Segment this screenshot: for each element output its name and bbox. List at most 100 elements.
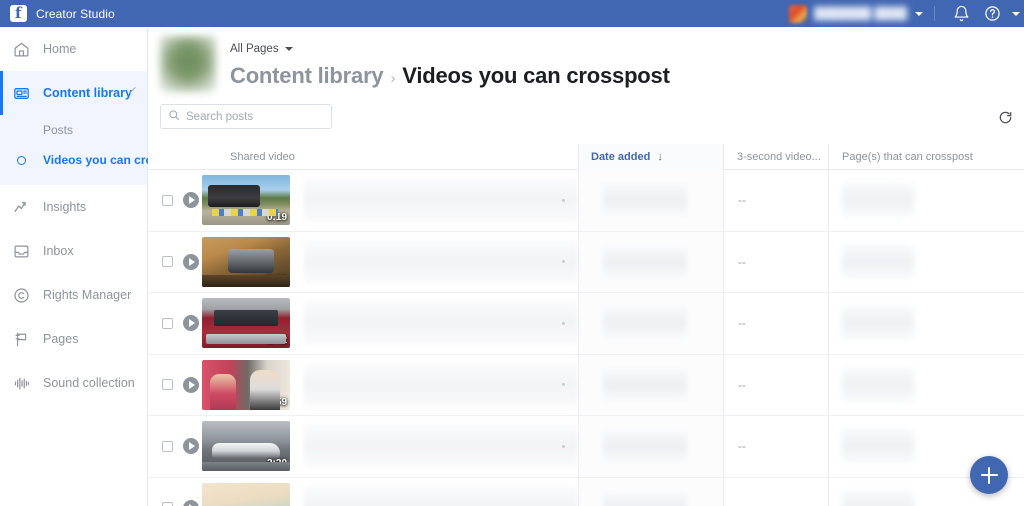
chevron-down-icon[interactable]	[915, 11, 923, 16]
row-select-cell	[148, 170, 199, 231]
date-added-value	[603, 308, 687, 339]
video-duration: 1:42	[266, 335, 287, 347]
video-thumbnail[interactable]: 0:19	[202, 175, 290, 226]
chevron-down-icon[interactable]	[1012, 11, 1020, 16]
table-header-date-added[interactable]: Date added ↓	[578, 143, 723, 170]
table-header-shared-video[interactable]: Shared video	[198, 151, 578, 163]
more-options-icon[interactable]	[562, 321, 565, 325]
sidebar-subitem-videos-you-can-crosspost[interactable]: Videos you can crosspost	[0, 145, 192, 175]
table-body: 0:19 -- 2:08 -- 1:42 -- 4:59 -- 2:20 -- --	[148, 170, 1024, 506]
brand-title: Creator Studio	[36, 6, 115, 21]
table-row[interactable]: 2:20 --	[148, 416, 1024, 478]
search-box[interactable]	[160, 104, 332, 129]
sidebar-item-home[interactable]: Home	[0, 27, 147, 71]
sidebar-item-pages[interactable]: Pages	[0, 317, 147, 361]
row-video-cell: 1:42	[198, 293, 578, 354]
sidebar-item-label: Sound collection	[43, 376, 135, 390]
sidebar-item-rights-manager[interactable]: Rights Manager	[0, 273, 147, 317]
date-added-value	[603, 185, 687, 216]
three-second-views-value: --	[738, 501, 746, 506]
video-thumbnail[interactable]: 2:20	[202, 421, 290, 472]
page-header-text: All Pages Content library › Videos you c…	[230, 36, 670, 92]
play-icon[interactable]	[183, 376, 199, 393]
row-date-cell	[578, 293, 723, 354]
row-pages-cell	[828, 170, 1024, 231]
more-options-icon[interactable]	[562, 444, 565, 448]
row-video-cell	[198, 478, 578, 506]
row-checkbox[interactable]	[162, 502, 173, 506]
table-row[interactable]: 2:08 --	[148, 231, 1024, 293]
crosspost-pages-value	[842, 367, 914, 402]
user-name: ███████ ████	[814, 7, 907, 20]
breadcrumb-parent[interactable]: Content library	[230, 63, 384, 89]
copyright-icon	[12, 286, 30, 304]
video-title	[304, 424, 578, 469]
video-duration: 4:59	[266, 396, 287, 408]
row-video-cell: 2:20	[198, 416, 578, 477]
play-icon[interactable]	[183, 438, 199, 455]
flag-icon	[12, 330, 30, 348]
create-button[interactable]	[970, 456, 1008, 494]
crosspost-pages-value	[842, 183, 914, 218]
page-selector[interactable]: All Pages	[230, 43, 293, 55]
question-circle-icon[interactable]	[984, 5, 1001, 22]
row-checkbox[interactable]	[162, 440, 173, 452]
crosspost-pages-value	[842, 429, 914, 464]
video-thumbnail[interactable]: 2:08	[202, 236, 290, 287]
row-checkbox[interactable]	[162, 194, 173, 206]
video-thumbnail[interactable]: 1:42	[202, 298, 290, 349]
table-header-pages-that-can-crosspost[interactable]: Page(s) that can crosspost	[828, 143, 1024, 170]
row-date-cell	[578, 170, 723, 231]
sidebar-item-inbox[interactable]: Inbox	[0, 229, 147, 273]
row-3-second-video-cell: --	[723, 354, 828, 415]
row-date-cell	[578, 354, 723, 415]
toolbar	[148, 104, 1024, 144]
row-checkbox[interactable]	[162, 379, 173, 391]
table-row[interactable]: 0:19 --	[148, 170, 1024, 232]
page-profile-photo[interactable]	[160, 36, 216, 92]
play-icon[interactable]	[183, 253, 199, 270]
table-row[interactable]: 1:42 --	[148, 293, 1024, 355]
sidebar-item-insights[interactable]: Insights	[0, 185, 147, 229]
facebook-logo-icon	[10, 4, 27, 22]
video-thumbnail[interactable]	[202, 482, 290, 506]
inbox-icon	[12, 242, 30, 260]
content-library-icon	[12, 84, 30, 102]
table-header-3-second-video[interactable]: 3-second video...	[723, 143, 828, 170]
page-selector-label: All Pages	[230, 43, 279, 55]
date-added-value	[603, 246, 687, 277]
sidebar-item-content-library[interactable]: Content library	[0, 71, 147, 115]
avatar[interactable]	[789, 4, 808, 23]
row-date-cell	[578, 416, 723, 477]
video-thumbnail[interactable]: 4:59	[202, 359, 290, 410]
refresh-icon[interactable]	[994, 106, 1016, 128]
row-select-cell	[148, 478, 199, 506]
sidebar-item-sound-collection[interactable]: Sound collection	[0, 361, 147, 405]
crosspost-pages-value	[842, 244, 914, 279]
table-row[interactable]: --	[148, 477, 1024, 506]
play-icon[interactable]	[183, 192, 199, 209]
row-date-cell	[578, 477, 723, 506]
play-icon[interactable]	[183, 315, 199, 332]
sidebar-subitem-posts[interactable]: Posts	[0, 115, 147, 145]
row-checkbox[interactable]	[162, 256, 173, 268]
videos-table: Shared video Date added ↓ 3-second video…	[148, 143, 1024, 506]
three-second-views-value: --	[738, 193, 746, 208]
table-row[interactable]: 4:59 --	[148, 354, 1024, 416]
search-input[interactable]	[186, 110, 316, 123]
crosspost-pages-value	[842, 306, 914, 341]
row-date-cell	[578, 231, 723, 292]
table-header-row: Shared video Date added ↓ 3-second video…	[148, 143, 1024, 170]
three-second-views-value: --	[738, 439, 746, 454]
row-checkbox[interactable]	[162, 317, 173, 329]
table-header-date-added-label: Date added	[591, 150, 651, 163]
divider	[934, 6, 935, 21]
video-title	[304, 178, 578, 223]
sidebar-item-label: Inbox	[43, 244, 74, 258]
breadcrumb: Content library › Videos you can crosspo…	[230, 63, 670, 89]
more-options-icon[interactable]	[562, 198, 565, 202]
brand-link[interactable]: Creator Studio	[0, 4, 115, 22]
play-icon[interactable]	[183, 499, 199, 506]
sidebar-item-label: Content library	[43, 86, 132, 100]
bell-icon[interactable]	[953, 5, 970, 22]
